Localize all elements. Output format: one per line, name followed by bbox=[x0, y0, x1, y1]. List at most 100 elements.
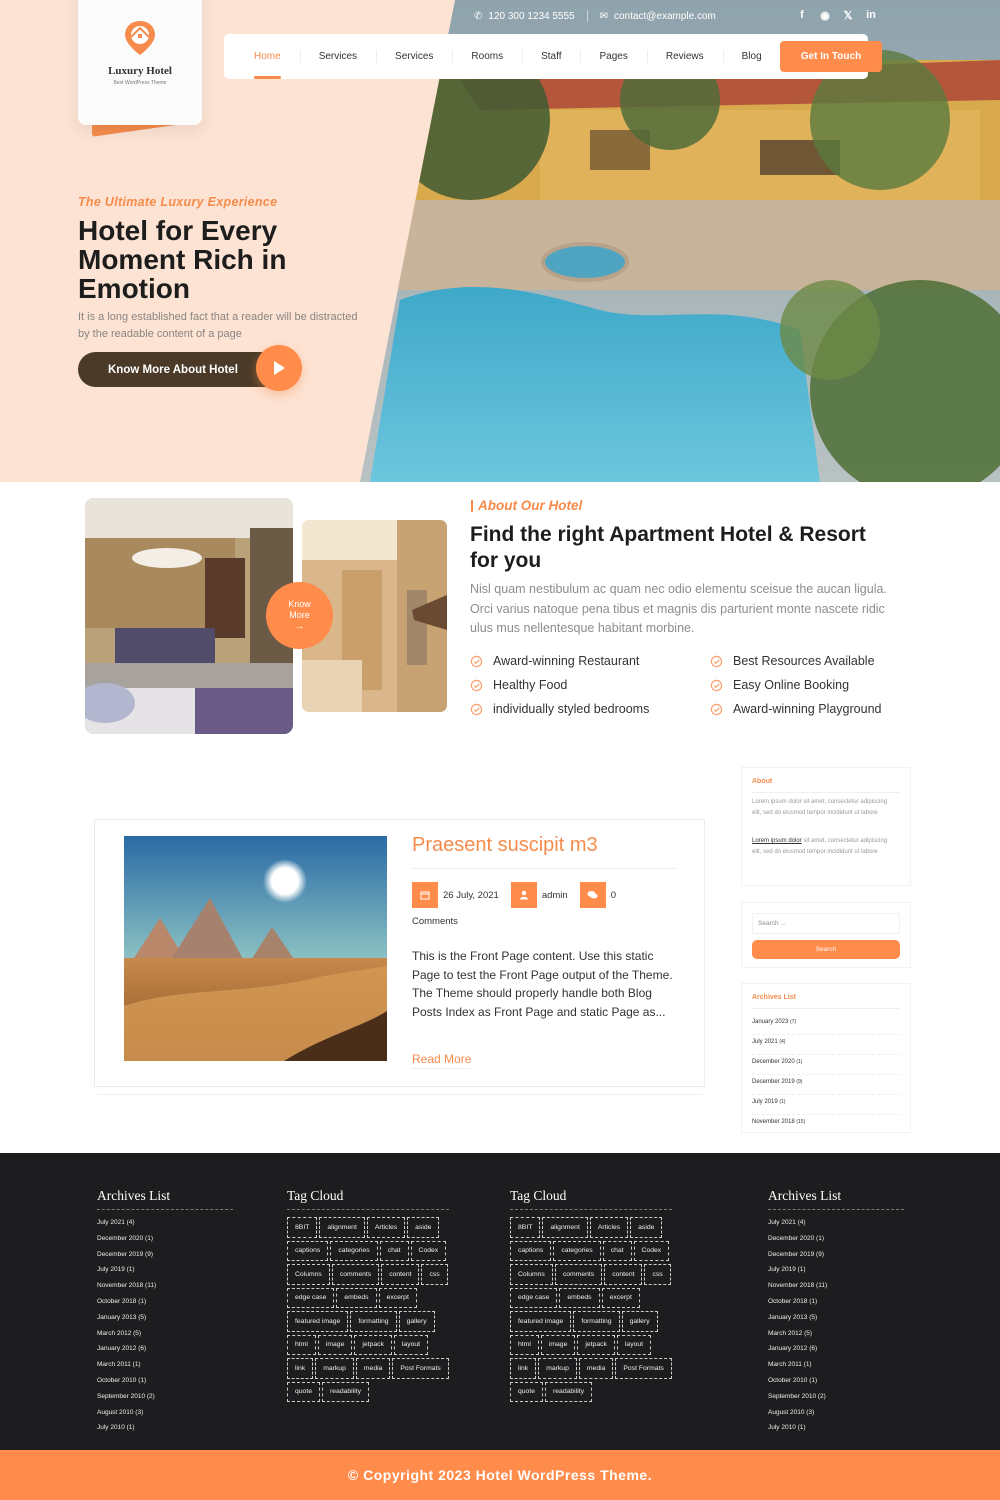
tag-link[interactable]: Post Formats bbox=[615, 1358, 672, 1379]
footer-archive-link[interactable]: January 2012 (6) bbox=[768, 1341, 904, 1357]
tag-link[interactable]: Post Formats bbox=[392, 1358, 449, 1379]
tag-link[interactable]: image bbox=[540, 1334, 576, 1355]
footer-archive-link[interactable]: November 2018 (11) bbox=[97, 1278, 233, 1294]
tag-link[interactable]: Codex bbox=[410, 1240, 447, 1261]
tag-link[interactable]: excerpt bbox=[378, 1287, 417, 1308]
tag-link[interactable]: media bbox=[355, 1358, 391, 1379]
footer-archive-link[interactable]: March 2011 (1) bbox=[768, 1357, 904, 1373]
tag-link[interactable]: html bbox=[510, 1334, 539, 1355]
footer-archive-link[interactable]: January 2013 (5) bbox=[768, 1310, 904, 1326]
tag-link[interactable]: 8BIT bbox=[510, 1217, 541, 1238]
footer-archive-link[interactable]: December 2019 (9) bbox=[768, 1247, 904, 1263]
archive-link[interactable]: July 2021 (4) bbox=[752, 1035, 900, 1055]
tag-link[interactable]: readability bbox=[322, 1381, 369, 1402]
tag-link[interactable]: Codex bbox=[633, 1240, 670, 1261]
tag-link[interactable]: layout bbox=[616, 1334, 652, 1355]
nav-rooms[interactable]: Rooms bbox=[452, 34, 522, 79]
footer-archive-link[interactable]: July 2019 (1) bbox=[97, 1262, 233, 1278]
tag-link[interactable]: link bbox=[510, 1358, 537, 1379]
tag-link[interactable]: embeds bbox=[559, 1287, 600, 1308]
footer-archive-link[interactable]: March 2012 (5) bbox=[97, 1326, 233, 1342]
tag-link[interactable]: captions bbox=[287, 1240, 329, 1261]
footer-archive-link[interactable]: October 2010 (1) bbox=[97, 1373, 233, 1389]
archive-link[interactable]: July 2019 (1) bbox=[752, 1095, 900, 1115]
tag-link[interactable]: html bbox=[287, 1334, 316, 1355]
footer-archive-link[interactable]: December 2019 (9) bbox=[97, 1247, 233, 1263]
nav-pages[interactable]: Pages bbox=[580, 34, 646, 79]
tag-link[interactable]: alignment bbox=[542, 1217, 588, 1238]
tag-link[interactable]: Articles bbox=[366, 1217, 406, 1238]
footer-archive-link[interactable]: October 2018 (1) bbox=[97, 1294, 233, 1310]
footer-archive-link[interactable]: January 2012 (6) bbox=[97, 1341, 233, 1357]
site-logo[interactable]: Luxury Hotel Best WordPress Theme bbox=[78, 0, 202, 125]
tag-link[interactable]: 8BIT bbox=[287, 1217, 318, 1238]
footer-archive-link[interactable]: October 2010 (1) bbox=[768, 1373, 904, 1389]
facebook-icon[interactable]: f bbox=[796, 9, 808, 21]
tag-link[interactable]: categories bbox=[553, 1240, 601, 1261]
footer-archive-link[interactable]: August 2010 (3) bbox=[97, 1405, 233, 1421]
tag-link[interactable]: captions bbox=[510, 1240, 552, 1261]
tag-link[interactable]: comments bbox=[554, 1264, 603, 1285]
get-in-touch-button[interactable]: Get In Touch bbox=[780, 41, 882, 72]
tag-link[interactable]: formatting bbox=[573, 1311, 620, 1332]
tag-link[interactable]: quote bbox=[510, 1381, 544, 1402]
tag-link[interactable]: comments bbox=[331, 1264, 380, 1285]
tag-link[interactable]: aside bbox=[407, 1217, 440, 1238]
tag-link[interactable]: gallery bbox=[398, 1311, 435, 1332]
search-input[interactable]: Search ... bbox=[752, 913, 900, 934]
tag-link[interactable]: markup bbox=[538, 1358, 577, 1379]
tag-link[interactable]: css bbox=[644, 1264, 671, 1285]
tag-link[interactable]: content bbox=[381, 1264, 420, 1285]
nav-blog[interactable]: Blog bbox=[722, 34, 781, 79]
tag-link[interactable]: image bbox=[317, 1334, 353, 1355]
x-twitter-icon[interactable]: 𝕏 bbox=[842, 9, 854, 22]
tag-link[interactable]: chat bbox=[379, 1240, 409, 1261]
footer-archive-link[interactable]: July 2021 (4) bbox=[97, 1215, 233, 1231]
nav-services-2[interactable]: Services bbox=[376, 34, 452, 79]
comments-count[interactable]: 0 bbox=[611, 890, 616, 901]
tag-link[interactable]: categories bbox=[330, 1240, 378, 1261]
tag-link[interactable]: content bbox=[604, 1264, 643, 1285]
archive-link[interactable]: December 2019 (9) bbox=[752, 1075, 900, 1095]
nav-home[interactable]: Home bbox=[235, 34, 300, 79]
tag-link[interactable]: markup bbox=[315, 1358, 354, 1379]
footer-archive-link[interactable]: July 2010 (1) bbox=[768, 1420, 904, 1436]
post-title[interactable]: Praesent suscipit m3 bbox=[412, 834, 598, 857]
footer-archive-link[interactable]: September 2010 (2) bbox=[97, 1389, 233, 1405]
footer-archive-link[interactable]: January 2013 (5) bbox=[97, 1310, 233, 1326]
nav-staff[interactable]: Staff bbox=[522, 34, 580, 79]
tag-link[interactable]: link bbox=[287, 1358, 314, 1379]
tag-link[interactable]: aside bbox=[630, 1217, 663, 1238]
tag-link[interactable]: layout bbox=[393, 1334, 429, 1355]
footer-archive-link[interactable]: December 2020 (1) bbox=[97, 1231, 233, 1247]
play-button[interactable] bbox=[256, 345, 302, 391]
tag-link[interactable]: jetpack bbox=[354, 1334, 392, 1355]
read-more-link[interactable]: Read More bbox=[412, 1052, 472, 1069]
post-author[interactable]: admin bbox=[542, 890, 568, 901]
archive-link[interactable]: December 2020 (1) bbox=[752, 1055, 900, 1075]
footer-archive-link[interactable]: July 2010 (1) bbox=[97, 1420, 233, 1436]
linkedin-icon[interactable]: in bbox=[865, 9, 877, 21]
tag-link[interactable]: Columns bbox=[510, 1264, 553, 1285]
know-more-button[interactable]: Know More → bbox=[266, 582, 333, 649]
phone-contact[interactable]: ✆ 120 300 1234 5555 bbox=[474, 11, 575, 22]
footer-archive-link[interactable]: December 2020 (1) bbox=[768, 1231, 904, 1247]
footer-archive-link[interactable]: October 2018 (1) bbox=[768, 1294, 904, 1310]
nav-reviews[interactable]: Reviews bbox=[646, 34, 723, 79]
tag-link[interactable]: quote bbox=[287, 1381, 321, 1402]
tag-link[interactable]: edge case bbox=[510, 1287, 558, 1308]
tag-link[interactable]: formatting bbox=[350, 1311, 397, 1332]
tag-link[interactable]: embeds bbox=[336, 1287, 377, 1308]
tag-link[interactable]: featured image bbox=[287, 1311, 349, 1332]
footer-archive-link[interactable]: September 2010 (2) bbox=[768, 1389, 904, 1405]
footer-archive-link[interactable]: November 2018 (11) bbox=[768, 1278, 904, 1294]
search-button[interactable]: Search bbox=[752, 940, 900, 959]
footer-archive-link[interactable]: March 2011 (1) bbox=[97, 1357, 233, 1373]
footer-archive-link[interactable]: August 2010 (3) bbox=[768, 1405, 904, 1421]
tag-link[interactable]: edge case bbox=[287, 1287, 335, 1308]
tag-link[interactable]: Articles bbox=[589, 1217, 629, 1238]
email-contact[interactable]: ✉ contact@example.com bbox=[600, 11, 716, 22]
post-featured-image[interactable] bbox=[124, 836, 387, 1061]
tag-link[interactable]: Columns bbox=[287, 1264, 330, 1285]
nav-services[interactable]: Services bbox=[299, 34, 376, 79]
